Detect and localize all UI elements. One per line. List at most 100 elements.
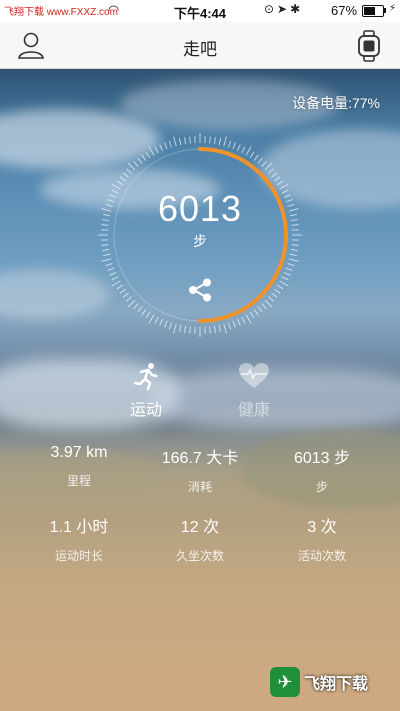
ring-tick	[285, 267, 293, 271]
ring-tick	[137, 157, 143, 164]
ring-tick	[261, 303, 267, 309]
charging-icon: ⚡	[389, 3, 397, 14]
ring-tick	[283, 271, 291, 276]
ring-tick	[148, 146, 155, 156]
ring-tick	[257, 306, 263, 313]
watermark-logo: ✈ 飞翔下载	[270, 662, 392, 702]
ring-tick	[184, 325, 187, 333]
ring-tick	[213, 325, 216, 333]
battery-percent: 67%	[331, 3, 358, 18]
ring-tick	[249, 311, 255, 319]
ring-tick	[281, 276, 289, 281]
stat-distance: 3.97 km 里程	[12, 444, 146, 489]
ring-tick	[261, 161, 267, 167]
ring-tick	[271, 292, 278, 298]
ring-tick	[227, 322, 232, 330]
ring-tick	[232, 320, 236, 328]
heart-icon	[239, 363, 269, 388]
ring-tick	[133, 303, 139, 309]
ring-tick	[178, 324, 182, 332]
step-count: 6013	[157, 188, 243, 229]
ring-tick	[178, 138, 182, 146]
ring-tick	[236, 144, 241, 152]
ring-tick	[103, 253, 111, 257]
ring-tick	[141, 309, 147, 316]
ring-tick	[271, 172, 278, 178]
ring-tick	[119, 176, 126, 182]
device-battery-label: 设备电量:77%	[292, 95, 380, 111]
ring-tick	[122, 292, 129, 298]
ring-tick	[279, 280, 289, 287]
stat-value: 166.7 大卡	[161, 450, 239, 467]
ring-tick	[241, 146, 246, 154]
stat-active-duration: 1.1 小时 运动时长	[12, 513, 146, 564]
stat-calories: 166.7 大卡 消耗	[133, 444, 267, 495]
watch-icon[interactable]	[356, 30, 382, 62]
share-icon[interactable]	[185, 275, 215, 305]
ring-tick	[213, 137, 216, 145]
ring-tick	[127, 162, 136, 171]
ring-tick	[264, 162, 273, 171]
watermark-logo-text: 飞翔下载	[304, 676, 369, 693]
ring-tick	[268, 296, 274, 302]
ring-tick	[126, 168, 132, 174]
ring-tick	[122, 172, 129, 178]
ring-tick	[119, 288, 126, 294]
stat-label: 消耗	[187, 480, 212, 494]
stat-value: 3 次	[307, 519, 337, 536]
ring-tick	[107, 267, 115, 271]
ring-tick	[159, 144, 164, 152]
ring-tick	[184, 137, 187, 145]
stat-label: 活动次数	[297, 549, 346, 563]
battery-icon	[362, 5, 384, 17]
ring-tick	[126, 296, 132, 302]
ring-tick	[148, 314, 155, 324]
tab-sport[interactable]: 运动	[96, 362, 196, 420]
ring-tick	[154, 316, 159, 324]
ring-tick	[101, 258, 112, 262]
ring-tick	[164, 320, 168, 328]
ring-tick	[274, 288, 281, 294]
ring-tick	[223, 136, 227, 147]
ring-tick	[159, 318, 164, 326]
ring-tick	[111, 276, 119, 281]
ring-tick	[232, 142, 236, 150]
ring-tick	[276, 180, 284, 186]
ring-tick	[105, 262, 113, 267]
ring-tick	[245, 314, 252, 324]
system-icons: ⊙➤✱	[264, 2, 304, 16]
ring-tick	[289, 253, 297, 257]
ring-tick	[137, 306, 143, 313]
stat-sedentary-count: 12 次 久坐次数	[133, 513, 267, 564]
stat-value: 1.1 小时	[49, 519, 109, 536]
ring-tick	[287, 262, 295, 267]
ring-tick	[189, 326, 191, 334]
ring-tick	[253, 309, 259, 316]
ring-tick	[236, 318, 241, 326]
ring-tick	[223, 323, 227, 334]
ring-tick	[245, 146, 252, 156]
ring-tick	[173, 136, 177, 147]
ring-tick	[168, 140, 173, 148]
tab-health[interactable]: 健康	[204, 362, 304, 420]
battery-tip	[384, 8, 386, 13]
tab-sport-label: 运动	[129, 402, 162, 419]
ring-tick	[111, 280, 121, 287]
ring-tick	[276, 284, 284, 290]
stat-label: 步	[315, 480, 328, 494]
ring-tick	[145, 151, 151, 159]
ring-tick	[209, 326, 211, 334]
status-bar: 飞翔下载 www.FXXZ.com ◠ 下午4:44 ⊙➤✱ 67% ⚡	[0, 0, 400, 22]
ring-tick	[264, 299, 273, 308]
ring-tick	[116, 284, 124, 290]
ring-tick	[164, 142, 168, 150]
stat-label: 运动时长	[54, 549, 103, 563]
ring-tick	[168, 322, 173, 330]
stat-steps: 6013 步 步	[255, 444, 389, 495]
tab-health-label: 健康	[237, 402, 270, 419]
stat-value: 6013 步	[293, 450, 351, 467]
ring-tick	[209, 136, 211, 144]
ring-tick	[109, 271, 117, 276]
ring-tick	[249, 151, 255, 159]
watermark-badge-icon: ✈	[270, 667, 300, 697]
